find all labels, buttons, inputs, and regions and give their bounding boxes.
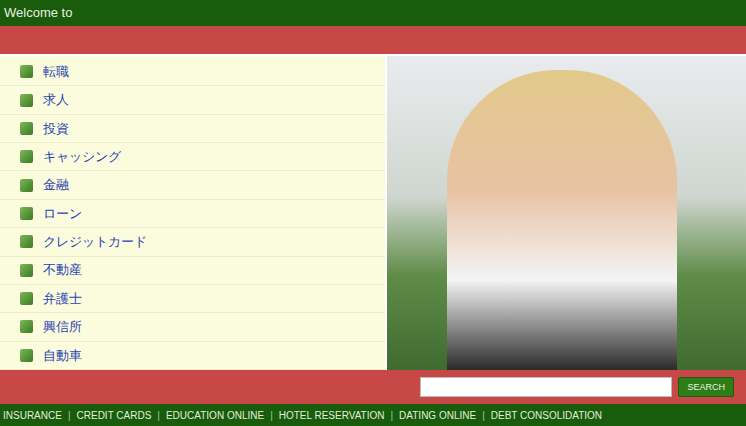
- bullet-icon: [20, 264, 33, 277]
- site-title: Welcome to: [4, 3, 72, 23]
- red-band: [0, 26, 746, 56]
- bullet-icon: [20, 235, 33, 248]
- footer-bar: INSURANCE | CREDIT CARDS | EDUCATION ONLINE |…: [0, 404, 746, 426]
- sidebar-link[interactable]: ローン: [43, 204, 82, 224]
- footer-link[interactable]: DEBT CONSOLIDATION: [491, 408, 602, 423]
- sidebar-link[interactable]: 不動産: [43, 260, 82, 280]
- sidebar-item[interactable]: 求人: [0, 86, 385, 114]
- main-area: 転職求人投資キャッシング金融ローンクレジットカード不動産弁護士興信所自動車: [0, 56, 746, 370]
- sidebar-item[interactable]: 興信所: [0, 313, 385, 341]
- footer-link[interactable]: INSURANCE: [3, 408, 62, 423]
- page: Welcome to 転職求人投資キャッシング金融ローンクレジットカード不動産弁護…: [0, 0, 746, 426]
- sidebar-item[interactable]: 金融: [0, 171, 385, 199]
- search-button[interactable]: SEARCH: [678, 377, 734, 397]
- footer-link[interactable]: DATING ONLINE: [399, 408, 476, 423]
- sidebar-item[interactable]: キャッシング: [0, 143, 385, 171]
- footer-link[interactable]: HOTEL RESERVATION: [279, 408, 385, 423]
- bullet-icon: [20, 207, 33, 220]
- sidebar-item[interactable]: 弁護士: [0, 285, 385, 313]
- search-bar: SEARCH: [0, 370, 746, 404]
- bullet-icon: [20, 320, 33, 333]
- bullet-icon: [20, 292, 33, 305]
- sidebar-item[interactable]: ローン: [0, 200, 385, 228]
- sidebar-item[interactable]: 自動車: [0, 342, 385, 370]
- sidebar-link[interactable]: 求人: [43, 90, 69, 110]
- person-figure: [447, 70, 677, 370]
- bullet-icon: [20, 65, 33, 78]
- sidebar-link[interactable]: 投資: [43, 119, 69, 139]
- photo: [387, 56, 746, 370]
- sidebar-link[interactable]: 転職: [43, 62, 69, 82]
- separator: |: [482, 408, 485, 423]
- sidebar-item[interactable]: 投資: [0, 115, 385, 143]
- bullet-icon: [20, 122, 33, 135]
- bullet-icon: [20, 94, 33, 107]
- sidebar-item[interactable]: 不動産: [0, 257, 385, 285]
- sidebar-item[interactable]: クレジットカード: [0, 228, 385, 256]
- separator: |: [157, 408, 160, 423]
- separator: |: [391, 408, 394, 423]
- sidebar-link[interactable]: 興信所: [43, 317, 82, 337]
- search-input[interactable]: [420, 377, 672, 397]
- sidebar-link[interactable]: 金融: [43, 175, 69, 195]
- sidebar: 転職求人投資キャッシング金融ローンクレジットカード不動産弁護士興信所自動車: [0, 56, 385, 370]
- sidebar-link[interactable]: 自動車: [43, 346, 82, 366]
- separator: |: [270, 408, 273, 423]
- sidebar-link[interactable]: クレジットカード: [43, 232, 147, 252]
- sidebar-link[interactable]: 弁護士: [43, 289, 82, 309]
- bullet-icon: [20, 150, 33, 163]
- header-bar: Welcome to: [0, 0, 746, 26]
- footer-link[interactable]: CREDIT CARDS: [77, 408, 152, 423]
- sidebar-item[interactable]: 転職: [0, 58, 385, 86]
- sidebar-link[interactable]: キャッシング: [43, 147, 121, 167]
- bullet-icon: [20, 179, 33, 192]
- separator: |: [68, 408, 71, 423]
- footer-link[interactable]: EDUCATION ONLINE: [166, 408, 264, 423]
- bullet-icon: [20, 349, 33, 362]
